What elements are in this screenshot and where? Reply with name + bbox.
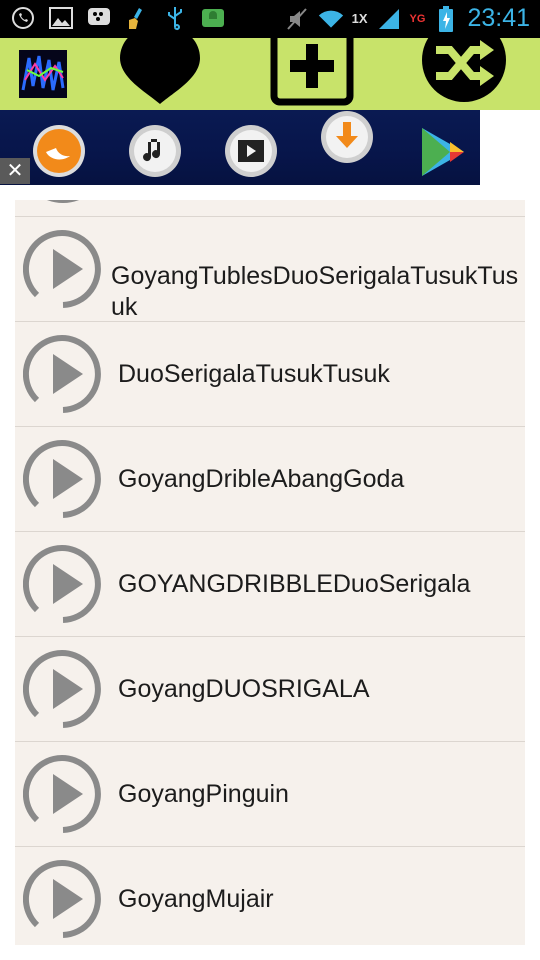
list-item-partial[interactable] (15, 200, 525, 217)
list-item[interactable]: DuoSerigalaTusukTusuk (15, 322, 525, 427)
list-item[interactable]: GoyangPinguin (15, 742, 525, 847)
play-circle-icon (23, 230, 101, 308)
uc-browser-icon[interactable] (30, 122, 88, 180)
track-title: GoyangTublesDuoSerigalaTusukTusuk (111, 262, 519, 321)
list-item[interactable]: GoyangTublesDuoSerigalaTusukTusuk (15, 217, 525, 322)
play-circle-icon (23, 650, 101, 728)
play-circle-icon (23, 335, 101, 413)
list-item[interactable]: GoyangDUOSRIGALA (15, 637, 525, 742)
track-title: GoyangMujair (118, 884, 274, 913)
app-logo[interactable] (19, 50, 67, 98)
track-title: GoyangDUOSRIGALA (118, 674, 370, 703)
music-icon[interactable] (126, 122, 184, 180)
track-title: GoyangDribleAbangGoda (118, 464, 405, 493)
wifi-icon (318, 6, 344, 32)
video-icon[interactable] (222, 122, 280, 180)
ad-close-button[interactable]: ✕ (0, 158, 30, 184)
track-title: GoyangPinguin (118, 779, 289, 808)
battery-charging-icon (433, 5, 459, 32)
bbm-icon (86, 5, 112, 31)
plus-icon (270, 26, 354, 106)
status-bar: 1X YG 23:41 (0, 0, 540, 38)
play-circle-icon (23, 440, 101, 518)
android-debug-icon (200, 5, 226, 31)
play-circle-icon (23, 860, 101, 938)
usb-icon (162, 5, 188, 31)
list-item[interactable]: GOYANGDRIBBLEDuoSerigala (15, 532, 525, 637)
play-store-icon[interactable] (414, 122, 472, 180)
ad-banner[interactable] (0, 110, 480, 185)
signal-label: YG (409, 12, 426, 25)
network-type-label: 1X (351, 11, 368, 26)
signal-icon (376, 6, 402, 32)
list-item[interactable]: GoyangDribleAbangGoda (15, 427, 525, 532)
add-button[interactable] (268, 26, 356, 110)
playlist: GoyangTublesDuoSerigalaTusukTusuk DuoSeri… (15, 200, 525, 945)
whatsapp-icon (10, 5, 36, 31)
play-circle-icon (23, 755, 101, 833)
clock: 23:41 (467, 4, 530, 32)
broom-icon (124, 5, 150, 31)
download-icon[interactable] (318, 108, 376, 166)
system-icons: 1X YG 23:41 (284, 4, 530, 33)
heart-icon (120, 32, 200, 104)
gallery-icon (48, 5, 74, 31)
shuffle-icon (422, 18, 506, 102)
favorite-heart-button[interactable] (116, 32, 204, 110)
play-circle-icon (47, 200, 79, 203)
play-circle-icon (23, 545, 101, 623)
mute-icon (284, 6, 310, 32)
shuffle-button[interactable] (420, 18, 508, 110)
notification-icons (10, 5, 226, 31)
track-title: DuoSerigalaTusukTusuk (118, 359, 390, 388)
app-bar (0, 18, 540, 110)
list-item[interactable]: GoyangMujair (15, 847, 525, 945)
track-title: GOYANGDRIBBLEDuoSerigala (118, 569, 471, 598)
